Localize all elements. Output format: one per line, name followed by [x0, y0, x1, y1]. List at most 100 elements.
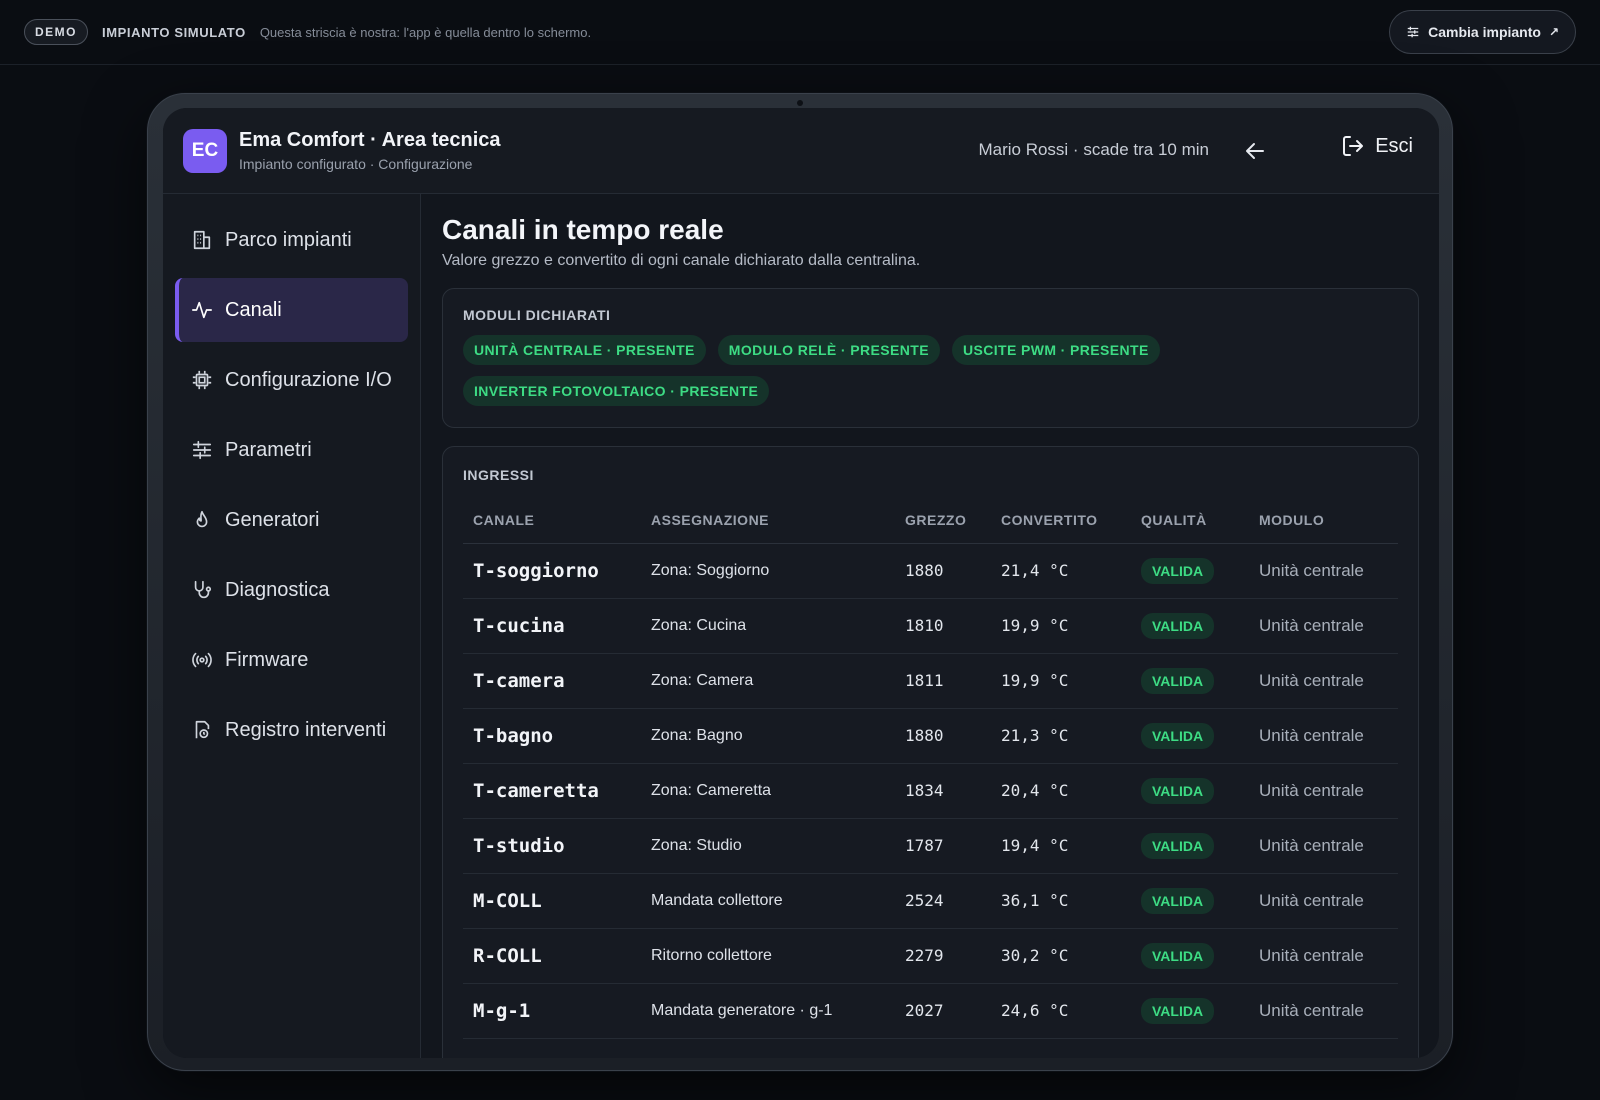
- quality-badge: VALIDA: [1141, 722, 1215, 749]
- quality-badge: VALIDA: [1141, 887, 1215, 914]
- raw-cell: 2027: [895, 983, 991, 1039]
- app-logo: EC: [183, 128, 227, 173]
- channel-cell: R-COLL: [463, 928, 641, 984]
- converted-cell: 30,2 °C: [991, 928, 1131, 984]
- simulated-label: IMPIANTO SIMULATO: [102, 24, 246, 40]
- channel-cell: M-g-1: [463, 983, 641, 1039]
- raw-cell: 1834: [895, 763, 991, 819]
- modules-card: MODULI DICHIARATI UNITÀ CENTRALE · PRESE…: [442, 288, 1419, 428]
- channel-cell: T-soggiorno: [463, 543, 641, 599]
- quality-cell: VALIDA: [1131, 873, 1249, 929]
- module-cell: Unità centrale: [1249, 653, 1398, 709]
- sidebar-item-parco-impianti[interactable]: Parco impianti: [175, 208, 408, 272]
- logout-icon: [1343, 136, 1364, 156]
- app-subtitle: Impianto configurato · Configurazione: [239, 156, 473, 172]
- table-row: R-COLL Ritorno collettore 2279 30,2 °C V…: [463, 928, 1398, 984]
- module-chip: MODULO RELÈ · PRESENTE: [717, 335, 940, 365]
- module-chips: UNITÀ CENTRALE · PRESENTE MODULO RELÈ · …: [463, 335, 1223, 406]
- sidebar-item-parametri[interactable]: Parametri: [175, 418, 408, 482]
- page-subtitle: Valore grezzo e convertito di ogni canal…: [442, 252, 921, 269]
- raw-cell: 1787: [895, 818, 991, 874]
- inputs-heading: INGRESSI: [463, 467, 534, 483]
- module-chip: USCITE PWM · PRESENTE: [951, 335, 1160, 365]
- activity-icon: [192, 301, 212, 319]
- user-session: Mario Rossi · scade tra 10 min: [978, 140, 1209, 159]
- change-plant-button[interactable]: Cambia impianto ↗: [1389, 10, 1576, 54]
- column-header: QUALITÀ: [1131, 497, 1249, 544]
- assignment-cell: Zona: Cameretta: [641, 763, 895, 819]
- sidebar-item-registro-interventi[interactable]: Registro interventi: [175, 698, 408, 762]
- cpu-icon: [192, 370, 212, 390]
- column-header: CONVERTITO: [991, 497, 1131, 544]
- quality-badge: VALIDA: [1141, 997, 1215, 1024]
- sidebar-item-label: Configurazione I/O: [225, 368, 392, 391]
- radio-icon: [192, 652, 212, 668]
- quality-badge: VALIDA: [1141, 612, 1215, 639]
- sidebar-item-canali[interactable]: Canali: [175, 278, 408, 342]
- table-header-row: CANALE ASSEGNAZIONE GREZZO CONVERTITO QU…: [463, 497, 1398, 544]
- quality-badge: VALIDA: [1141, 832, 1215, 859]
- inputs-card: INGRESSI CANALE ASSEGNAZIONE GREZZO CONV…: [442, 446, 1419, 1058]
- module-cell: Unità centrale: [1249, 983, 1398, 1039]
- channel-cell: M-COLL: [463, 873, 641, 929]
- converted-cell: 21,3 °C: [991, 708, 1131, 764]
- converted-cell: 19,9 °C: [991, 598, 1131, 654]
- raw-cell: 1880: [895, 543, 991, 599]
- column-header: GREZZO: [895, 497, 991, 544]
- quality-badge: VALIDA: [1141, 942, 1215, 969]
- table-row: T-bagno Zona: Bagno 1880 21,3 °C VALIDA …: [463, 708, 1398, 764]
- sliders-icon: [192, 440, 212, 460]
- quality-cell: VALIDA: [1131, 653, 1249, 709]
- app-title: Ema Comfort · Area tecnica: [239, 129, 501, 151]
- table-row: M-COLL Mandata collettore 2524 36,1 °C V…: [463, 873, 1398, 929]
- assignment-cell: Zona: Cucina: [641, 598, 895, 654]
- camera-dot: [797, 100, 803, 106]
- sidebar-item-configurazione-io[interactable]: Configurazione I/O: [175, 348, 408, 412]
- quality-badge: VALIDA: [1141, 557, 1215, 584]
- quality-cell: VALIDA: [1131, 928, 1249, 984]
- module-cell: Unità centrale: [1249, 763, 1398, 819]
- column-header: ASSEGNAZIONE: [641, 497, 895, 544]
- logout-button[interactable]: Esci: [1341, 134, 1413, 158]
- sidebar-item-label: Canali: [225, 298, 282, 321]
- sidebar-item-diagnostica[interactable]: Diagnostica: [175, 558, 408, 622]
- column-header: MODULO: [1249, 497, 1398, 544]
- modules-heading: MODULI DICHIARATI: [463, 307, 611, 323]
- module-cell: Unità centrale: [1249, 708, 1398, 764]
- sidebar-item-generatori[interactable]: Generatori: [175, 488, 408, 552]
- quality-cell: VALIDA: [1131, 543, 1249, 599]
- sidebar-item-label: Registro interventi: [225, 718, 387, 741]
- stethoscope-icon: [194, 580, 212, 599]
- channel-cell: T-bagno: [463, 708, 641, 764]
- quality-badge: VALIDA: [1141, 667, 1215, 694]
- building-icon: [193, 230, 211, 250]
- quality-cell: VALIDA: [1131, 763, 1249, 819]
- raw-cell: 1811: [895, 653, 991, 709]
- assignment-cell: Zona: Camera: [641, 653, 895, 709]
- raw-cell: 2279: [895, 928, 991, 984]
- sidebar-item-label: Diagnostica: [225, 578, 330, 601]
- module-cell: Unità centrale: [1249, 598, 1398, 654]
- module-cell: Unità centrale: [1249, 928, 1398, 984]
- converted-cell: 24,6 °C: [991, 983, 1131, 1039]
- sidebar-item-label: Parametri: [225, 438, 312, 461]
- inputs-table: CANALE ASSEGNAZIONE GREZZO CONVERTITO QU…: [463, 497, 1398, 1039]
- assignment-cell: Zona: Bagno: [641, 708, 895, 764]
- table-row: T-studio Zona: Studio 1787 19,4 °C VALID…: [463, 818, 1398, 874]
- raw-cell: 1880: [895, 708, 991, 764]
- sidebar-item-firmware[interactable]: Firmware: [175, 628, 408, 692]
- assignment-cell: Ritorno collettore: [641, 928, 895, 984]
- demo-badge: DEMO: [24, 19, 88, 45]
- assignment-cell: Mandata collettore: [641, 873, 895, 929]
- sidebar-item-label: Parco impianti: [225, 228, 352, 251]
- sidebar: Parco impianti Canali Configurazione I/O…: [163, 194, 421, 1058]
- column-header: CANALE: [463, 497, 641, 544]
- table-row: T-soggiorno Zona: Soggiorno 1880 21,4 °C…: [463, 543, 1398, 599]
- demo-strip: DEMO IMPIANTO SIMULATO Questa striscia è…: [0, 0, 1600, 65]
- module-cell: Unità centrale: [1249, 873, 1398, 929]
- table-row: T-camera Zona: Camera 1811 19,9 °C VALID…: [463, 653, 1398, 709]
- raw-cell: 2524: [895, 873, 991, 929]
- table-row: T-cameretta Zona: Cameretta 1834 20,4 °C…: [463, 763, 1398, 819]
- back-arrow-icon[interactable]: [1241, 138, 1269, 164]
- module-cell: Unità centrale: [1249, 818, 1398, 874]
